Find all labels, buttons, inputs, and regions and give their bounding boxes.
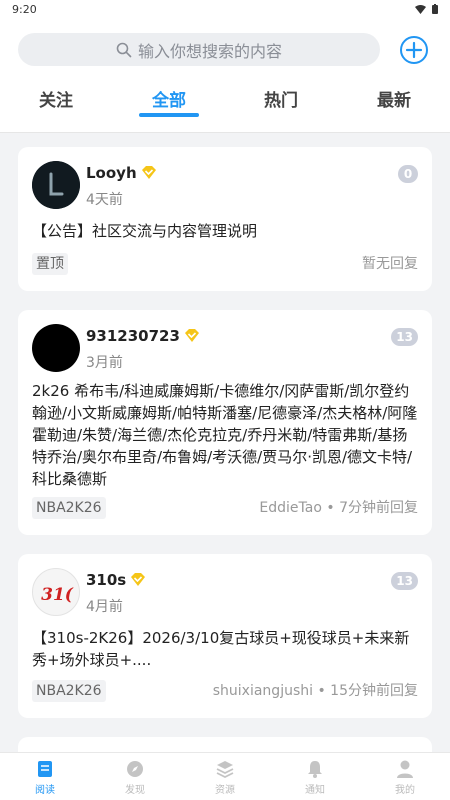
verified-badge-icon <box>184 329 199 342</box>
post-tag[interactable]: NBA2K26 <box>32 497 106 519</box>
nav-profile[interactable]: 我的 <box>360 759 450 796</box>
reply-status: 暂无回复 <box>362 256 418 272</box>
user-icon <box>397 760 413 778</box>
nav-label: 阅读 <box>35 785 55 796</box>
author-name[interactable]: 931230723 <box>86 327 200 345</box>
nav-notifications[interactable]: 通知 <box>270 759 360 796</box>
tab-all[interactable]: 全部 <box>129 86 209 111</box>
compass-icon <box>127 761 143 777</box>
post-time: 4天前 <box>86 192 123 208</box>
nav-label: 我的 <box>395 785 415 796</box>
last-reply-info: EddieTao • 7分钟前回复 <box>259 500 418 516</box>
nav-discover[interactable]: 发现 <box>90 759 180 796</box>
tab-latest[interactable]: 最新 <box>354 86 434 111</box>
avatar[interactable] <box>32 161 80 209</box>
layers-icon <box>216 761 234 779</box>
author-name[interactable]: Looyh <box>86 164 157 182</box>
tab-following[interactable]: 关注 <box>16 86 96 111</box>
book-icon <box>38 761 52 777</box>
post-text[interactable]: 【310s-2K26】2026/3/10复古球员+现役球员+未来新秀+场外球员+… <box>32 627 418 671</box>
post-card[interactable]: 931230723 3月前 13 2k26 希布韦/科迪威廉姆斯/卡德维尔/冈萨… <box>18 310 432 535</box>
bottom-nav: 阅读 发现 资源 通知 我的 <box>0 752 450 800</box>
brand-logo-icon: 31( <box>41 585 74 605</box>
battery-icon <box>432 4 438 14</box>
wifi-icon <box>415 4 426 14</box>
status-icons <box>415 4 438 14</box>
add-post-icon[interactable] <box>399 35 429 65</box>
avatar[interactable] <box>32 324 80 372</box>
nav-label: 资源 <box>215 785 235 796</box>
search-bar[interactable]: 输入你想搜索的内容 <box>18 33 380 66</box>
last-reply-info: shuixiangjushi • 15分钟前回复 <box>212 683 418 699</box>
post-time: 4月前 <box>86 599 123 615</box>
post-text[interactable]: 2k26 希布韦/科迪威廉姆斯/卡德维尔/冈萨雷斯/凯尔登约翰逊/小文斯威廉姆斯… <box>32 380 418 490</box>
tab-hot[interactable]: 热门 <box>241 86 321 111</box>
bell-icon <box>308 761 322 778</box>
header: 9:20 输入你想搜索的内容 关注 全部 热门 最新 <box>0 0 450 133</box>
nav-read[interactable]: 阅读 <box>0 759 90 796</box>
nav-label: 发现 <box>125 785 145 796</box>
author-name[interactable]: 310s <box>86 571 146 589</box>
post-card[interactable]: Looyh 4天前 0 【公告】社区交流与内容管理说明 置顶 暂无回复 <box>18 147 432 291</box>
tab-indicator <box>139 113 199 117</box>
search-icon <box>116 42 132 57</box>
verified-badge-icon <box>131 573 146 586</box>
status-bar: 9:20 <box>0 0 450 22</box>
verified-badge-icon <box>141 166 156 179</box>
logo-l-icon <box>32 161 80 209</box>
post-tag[interactable]: NBA2K26 <box>32 680 106 702</box>
reply-count-badge: 13 <box>391 572 418 590</box>
post-time: 3月前 <box>86 355 123 371</box>
avatar[interactable]: 31( <box>32 568 80 616</box>
nav-label: 通知 <box>305 785 325 796</box>
nav-resources[interactable]: 资源 <box>180 759 270 796</box>
search-placeholder: 输入你想搜索的内容 <box>137 41 282 61</box>
post-card[interactable]: 31( 310s 4月前 13 【310s-2K26】2026/3/10复古球员… <box>18 554 432 718</box>
tab-bar: 关注 全部 热门 最新 <box>0 86 450 122</box>
reply-count-badge: 13 <box>391 328 418 346</box>
reply-count-badge: 0 <box>398 165 418 183</box>
post-text[interactable]: 【公告】社区交流与内容管理说明 <box>32 220 418 242</box>
post-tag[interactable]: 置顶 <box>32 253 68 275</box>
svg-text:31(: 31( <box>41 585 74 605</box>
status-time: 9:20 <box>12 3 37 16</box>
